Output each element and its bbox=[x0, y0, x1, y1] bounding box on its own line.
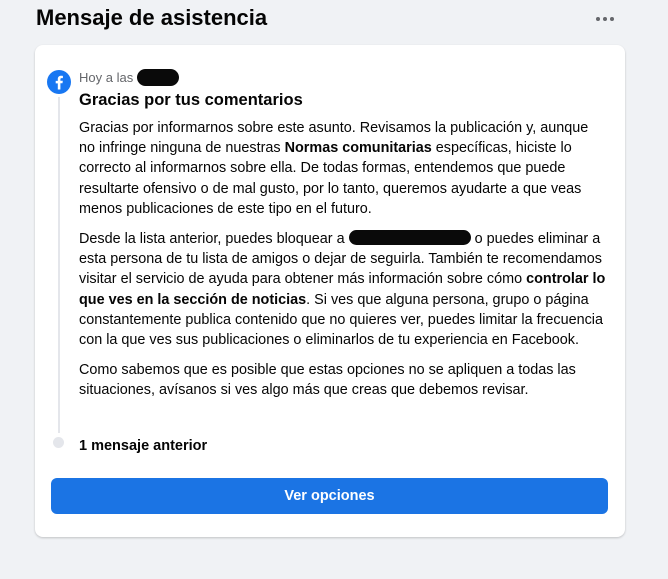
previous-messages-link[interactable]: 1 mensaje anterior bbox=[79, 436, 207, 456]
message-title: Gracias por tus comentarios bbox=[79, 91, 303, 109]
message-paragraph-1: Gracias por informarnos sobre este asunt… bbox=[79, 120, 589, 217]
timeline-dot bbox=[53, 437, 64, 448]
timestamp-prefix: Hoy a las bbox=[79, 70, 134, 85]
redacted-name bbox=[348, 230, 471, 246]
message-timestamp: Hoy a las bbox=[79, 69, 180, 86]
timeline-line bbox=[58, 97, 60, 433]
facebook-logo-icon bbox=[47, 70, 71, 94]
message-body: Gracias por informarnos sobre este asunt… bbox=[79, 118, 607, 411]
redacted-time bbox=[137, 69, 180, 86]
more-options-button[interactable] bbox=[592, 10, 618, 28]
message-paragraph-3: Como sabemos que es posible que estas op… bbox=[79, 362, 576, 399]
page-title: Mensaje de asistencia bbox=[36, 5, 268, 30]
message-paragraph-2: Desde la lista anterior, puedes bloquear… bbox=[79, 230, 606, 349]
community-standards-link[interactable]: Normas comunitarias bbox=[285, 140, 432, 156]
support-message-card: Hoy a las Gracias por tus comentarios Gr… bbox=[35, 45, 625, 537]
more-horizontal-icon bbox=[595, 17, 616, 21]
view-options-button[interactable]: Ver opciones bbox=[51, 478, 608, 514]
